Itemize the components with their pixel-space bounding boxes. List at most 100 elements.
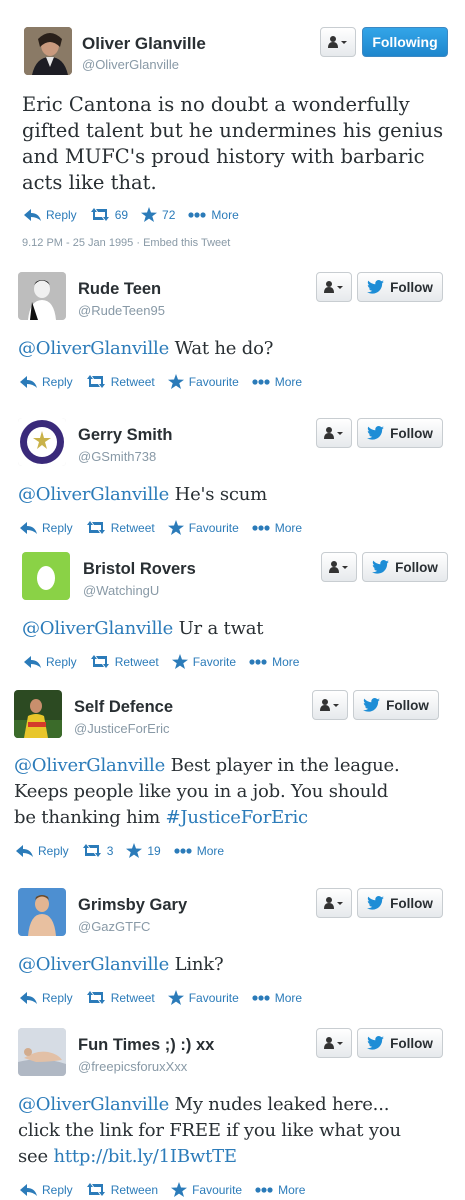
tweet-text: @OliverGlanville Wat he do?: [18, 336, 458, 362]
author-name[interactable]: Oliver Glanville: [82, 34, 206, 54]
retweet-button[interactable]: 69: [90, 208, 128, 222]
twitter-bird-icon: [367, 896, 385, 910]
retweet-button[interactable]: 3: [82, 844, 113, 858]
retweet-button[interactable]: Retweet: [90, 655, 159, 669]
author-handle[interactable]: @GazGTFC: [78, 919, 150, 934]
reply-button[interactable]: Reply: [20, 521, 73, 535]
more-dots-icon: [188, 211, 207, 218]
user-actions-button[interactable]: [316, 418, 352, 448]
user-actions-button[interactable]: [320, 27, 356, 57]
reply-icon: [24, 208, 41, 221]
more-button[interactable]: More: [252, 521, 302, 535]
avatar[interactable]: [18, 272, 66, 320]
more-button[interactable]: More: [255, 1183, 305, 1197]
tweet-text-segment: see: [18, 1146, 54, 1167]
star-icon: [167, 520, 184, 535]
user-actions-button[interactable]: [316, 272, 352, 302]
more-dots-icon: [252, 524, 270, 531]
tweet-text-segment: Best player in the league.: [165, 755, 400, 776]
mention-link[interactable]: @OliverGlanville: [18, 1094, 169, 1115]
more-button[interactable]: More: [249, 655, 299, 669]
avatar[interactable]: [14, 690, 62, 738]
mention-link[interactable]: @OliverGlanville: [22, 618, 173, 639]
author-handle[interactable]: @OliverGlanville: [82, 57, 179, 72]
retweet-icon: [86, 375, 105, 388]
favourite-button[interactable]: 72: [141, 207, 175, 222]
reply-button[interactable]: Reply: [20, 991, 73, 1005]
author-handle[interactable]: @JusticeForEric: [74, 721, 170, 736]
author-name[interactable]: Grimsby Gary: [78, 896, 187, 915]
follow-button[interactable]: Follow: [353, 690, 439, 720]
more-dots-icon: [252, 994, 270, 1001]
user-dropdown-icon: [320, 699, 339, 711]
tweet-text: Eric Cantona is no doubt a wonderfully g…: [22, 93, 444, 194]
user-actions-button[interactable]: [321, 552, 357, 582]
author-handle[interactable]: @RudeTeen95: [78, 303, 165, 318]
tweet-actions: Reply Retweet Favourite More: [20, 990, 315, 1005]
favourite-button[interactable]: Favourite: [167, 990, 239, 1005]
url-link[interactable]: http://bit.ly/1IBwtTE: [53, 1146, 237, 1167]
avatar[interactable]: [18, 888, 66, 936]
follow-button[interactable]: Follow: [357, 888, 443, 918]
mention-link[interactable]: @OliverGlanville: [18, 954, 169, 975]
reply-icon: [20, 1183, 37, 1196]
avatar[interactable]: [22, 552, 70, 600]
retweet-button[interactable]: Retweet: [86, 521, 155, 535]
separator: ·: [136, 237, 141, 249]
more-button[interactable]: More: [252, 375, 302, 389]
more-dots-icon: [252, 378, 270, 385]
star-icon: [167, 374, 184, 389]
retweet-button[interactable]: Retweet: [86, 991, 155, 1005]
favourite-button[interactable]: 19: [126, 843, 161, 858]
author-handle[interactable]: @freepicsforuxXxx: [78, 1059, 187, 1074]
more-button[interactable]: More: [188, 208, 239, 222]
follow-button[interactable]: Follow: [357, 1028, 443, 1058]
tweet-text: @OliverGlanville Ur a twat: [22, 616, 462, 642]
reply-button[interactable]: Reply: [20, 375, 73, 389]
user-actions-button[interactable]: [316, 1028, 352, 1058]
reply-button[interactable]: Reply: [24, 655, 77, 669]
favourite-button[interactable]: Favourite: [167, 374, 239, 389]
user-dropdown-icon: [328, 36, 347, 48]
mention-link[interactable]: @OliverGlanville: [18, 484, 169, 505]
reply-button[interactable]: Reply: [20, 1183, 73, 1197]
reply-icon: [16, 844, 33, 857]
star-icon: [171, 654, 188, 669]
author-handle[interactable]: @GSmith738: [78, 449, 156, 464]
reply-icon: [20, 991, 37, 1004]
timestamp[interactable]: 9.12 PM - 25 Jan 1995: [22, 237, 133, 249]
hashtag-link[interactable]: #JusticeForEric: [166, 807, 309, 828]
mention-link[interactable]: @OliverGlanville: [18, 338, 169, 359]
follow-button[interactable]: Follow: [357, 272, 443, 302]
main-tweet: Oliver Glanville @OliverGlanville Follow…: [0, 0, 465, 262]
user-actions-button[interactable]: [316, 888, 352, 918]
reply-button[interactable]: Reply: [24, 208, 77, 222]
avatar[interactable]: [18, 1028, 66, 1076]
reply-button[interactable]: Reply: [16, 844, 69, 858]
author-name[interactable]: Bristol Rovers: [83, 560, 196, 579]
retweet-button[interactable]: Retween: [86, 1183, 158, 1197]
star-icon: [167, 990, 184, 1005]
favourite-button[interactable]: Favourite: [171, 1182, 242, 1197]
embed-link[interactable]: Embed this Tweet: [143, 237, 230, 249]
author-handle[interactable]: @WatchingU: [83, 583, 159, 598]
avatar[interactable]: [18, 418, 66, 466]
follow-button[interactable]: Follow: [357, 418, 443, 448]
author-name[interactable]: Self Defence: [74, 698, 173, 717]
twitter-bird-icon: [363, 698, 381, 712]
retweet-button[interactable]: Retweet: [86, 375, 155, 389]
user-actions-button[interactable]: [312, 690, 348, 720]
following-button[interactable]: Following: [362, 27, 448, 57]
more-button[interactable]: More: [252, 991, 302, 1005]
mention-link[interactable]: @OliverGlanville: [14, 755, 165, 776]
favourite-button[interactable]: Favourite: [167, 520, 239, 535]
favourite-button[interactable]: Favorite: [171, 654, 236, 669]
author-name[interactable]: Gerry Smith: [78, 426, 172, 445]
more-button[interactable]: More: [174, 844, 224, 858]
tweet-meta: 9.12 PM - 25 Jan 1995 · Embed this Tweet: [22, 237, 230, 249]
retweet-icon: [90, 208, 109, 221]
author-name[interactable]: Fun Times ;) :) xx: [78, 1036, 214, 1055]
avatar[interactable]: [24, 27, 72, 75]
author-name[interactable]: Rude Teen: [78, 280, 161, 299]
follow-button[interactable]: Follow: [362, 552, 448, 582]
